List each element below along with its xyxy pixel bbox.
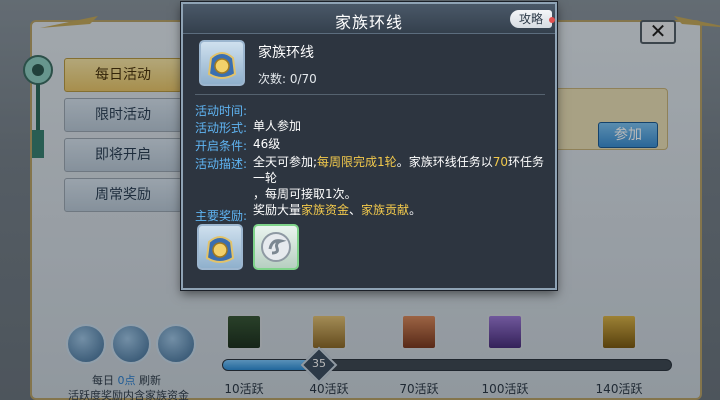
- notification-dot: [549, 17, 555, 23]
- family-fund-bag-icon: [199, 40, 245, 86]
- activity-time-label: 活动时间:: [195, 104, 248, 118]
- silver-swirl-coin-icon[interactable]: [253, 224, 299, 270]
- popup-header: 家族环线 攻略: [183, 4, 555, 34]
- item-count: 次数: 0/70: [258, 72, 317, 86]
- divider: [195, 94, 545, 95]
- main-rewards-label: 主要奖励:: [195, 209, 248, 223]
- guide-button[interactable]: 攻略: [510, 10, 552, 28]
- activity-detail-popup: 家族环线 攻略 家族环线 次数: 0/70 活动时间: 活动形式: 单人参加 开…: [181, 2, 557, 290]
- open-condition-value: 46级: [253, 137, 281, 151]
- popup-title: 家族环线: [334, 13, 403, 32]
- open-condition-label: 开启条件:: [195, 139, 248, 153]
- item-name: 家族环线: [258, 45, 314, 61]
- activity-desc-label: 活动描述:: [195, 157, 248, 171]
- activity-form-value: 单人参加: [253, 119, 302, 133]
- activity-description: 全天可参加;每周限完成1轮。家族环线任务以70环任务一轮 ，每周可接取1次。 奖…: [253, 155, 544, 217]
- family-fund-bag-icon[interactable]: [197, 224, 243, 270]
- activity-form-label: 活动形式:: [195, 121, 248, 135]
